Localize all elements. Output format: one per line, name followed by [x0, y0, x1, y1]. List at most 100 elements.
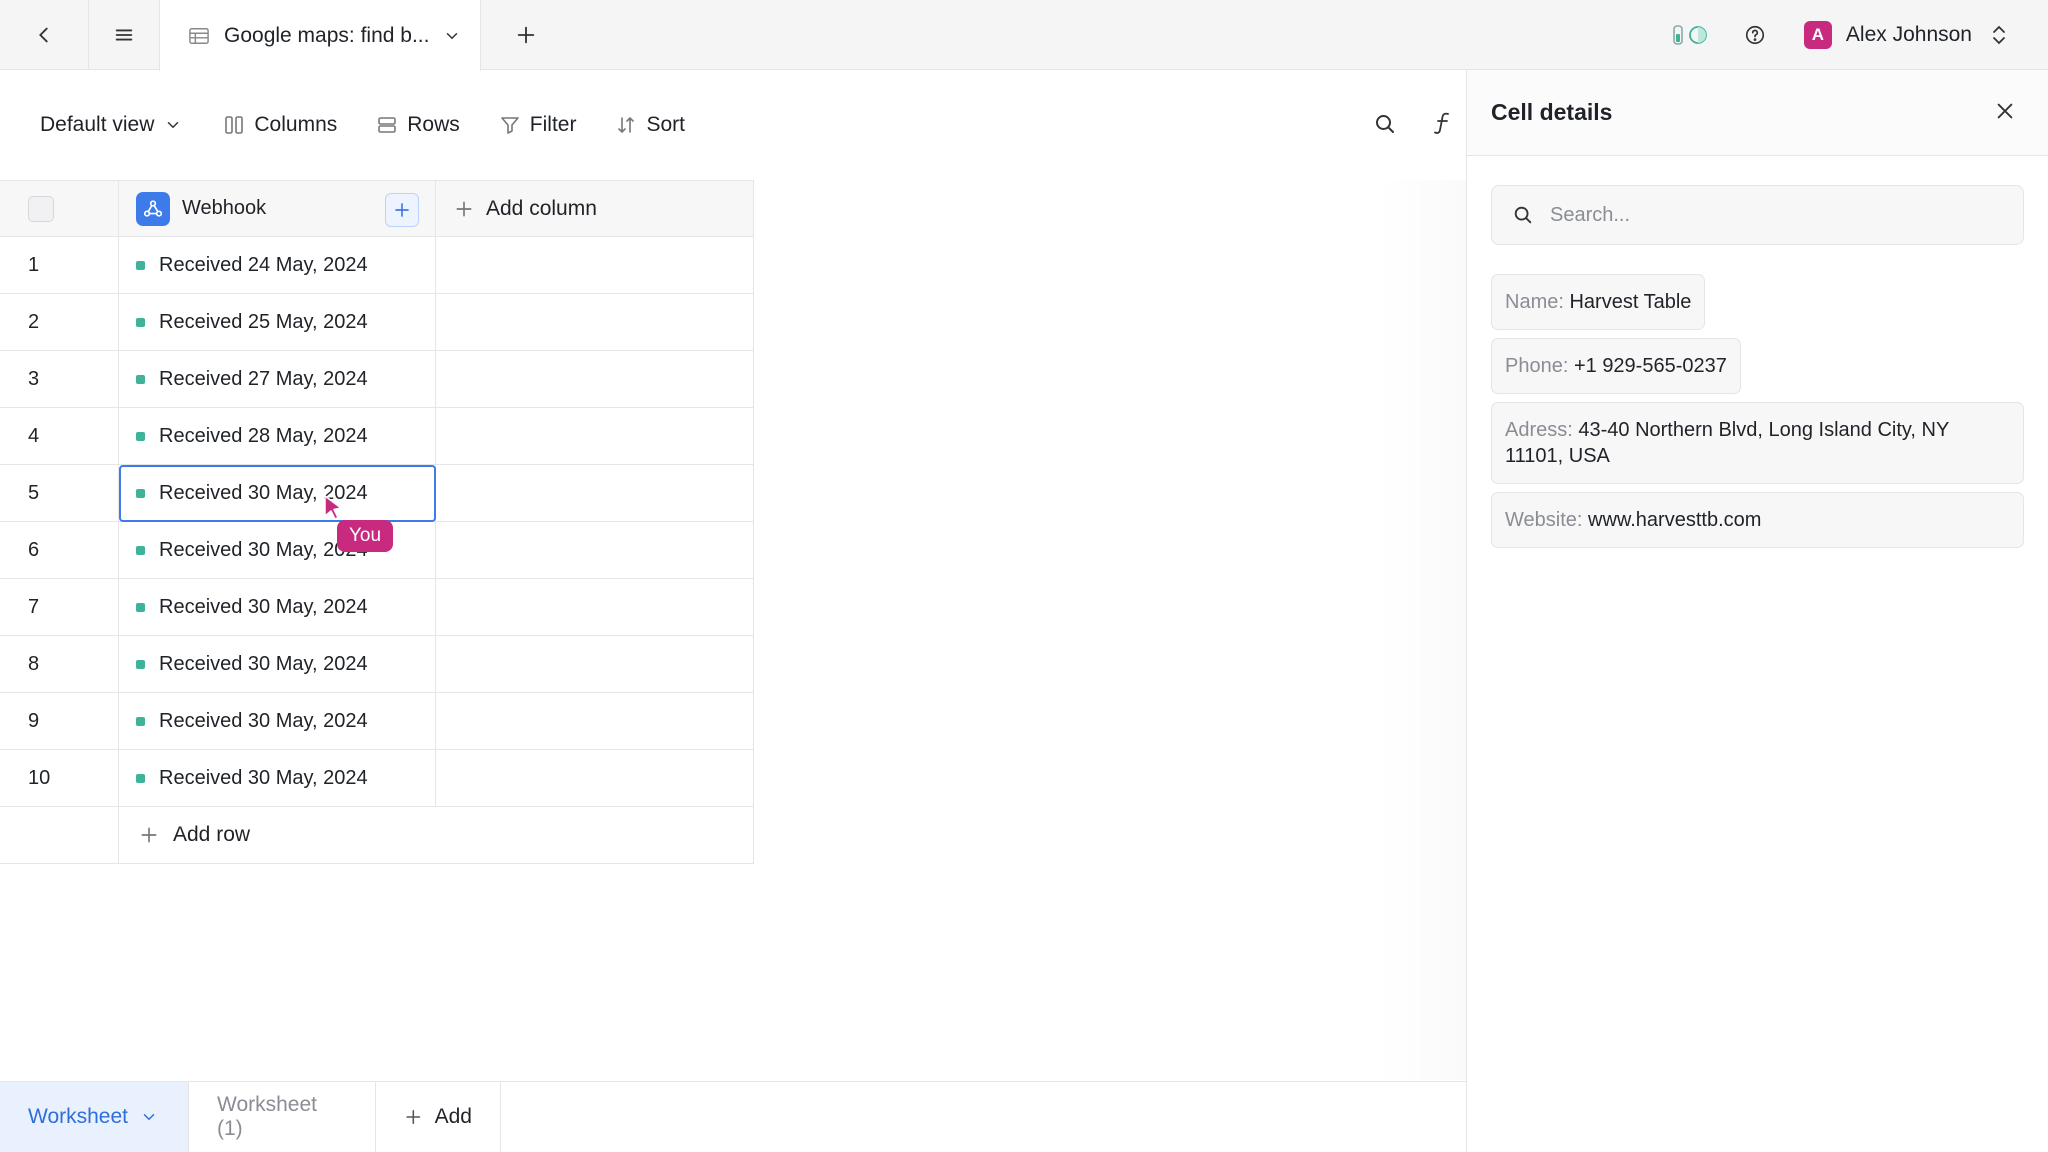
empty-cell[interactable]	[436, 693, 754, 749]
add-sheet-button[interactable]: Add	[376, 1082, 501, 1152]
webhook-cell[interactable]: Received 30 May, 2024	[119, 636, 436, 692]
battery-icon	[1673, 25, 1683, 45]
webhook-cell[interactable]: Received 24 May, 2024	[119, 237, 436, 293]
webhook-cell[interactable]: Received 30 May, 2024	[119, 750, 436, 806]
empty-cell[interactable]	[436, 636, 754, 692]
tab-worksheet[interactable]: Worksheet	[0, 1082, 189, 1152]
user-name: Alex Johnson	[1845, 23, 1972, 46]
close-panel-button[interactable]	[1994, 100, 2016, 128]
tab-worksheet-1[interactable]: Worksheet (1)	[189, 1082, 376, 1152]
empty-cell[interactable]	[436, 579, 754, 635]
close-icon	[1997, 103, 2013, 119]
empty-cell[interactable]	[436, 294, 754, 350]
row-number: 8	[0, 636, 119, 692]
grid-header-row: Webhook Add column	[0, 180, 754, 237]
tab-google-maps[interactable]: Google maps: find b...	[159, 0, 481, 71]
default-view-dropdown[interactable]: Default view	[40, 113, 182, 137]
search-button[interactable]	[1373, 112, 1397, 142]
tab-title: Google maps: find b...	[224, 23, 430, 47]
rows-label: Rows	[407, 113, 460, 136]
search-icon	[1376, 115, 1394, 133]
webhook-cell[interactable]: Received 25 May, 2024	[119, 294, 436, 350]
status-dot	[136, 716, 145, 726]
row-number: 3	[0, 351, 119, 407]
field-phone-key: Phone:	[1505, 355, 1569, 377]
empty-cell[interactable]	[436, 351, 754, 407]
add-row-button[interactable]: Add row	[119, 807, 754, 863]
cell-value: Received 30 May, 2024	[159, 709, 368, 732]
columns-label: Columns	[254, 113, 338, 136]
cell-value: Received 28 May, 2024	[159, 424, 368, 447]
tab-worksheet-label: Worksheet	[28, 1105, 128, 1128]
field-name[interactable]: Name: Harvest Table	[1491, 274, 1706, 330]
back-button[interactable]	[0, 0, 89, 70]
add-column-button[interactable]: Add column	[436, 181, 754, 236]
row-number: 9	[0, 693, 119, 749]
formula-button[interactable]	[1432, 110, 1454, 142]
add-to-column-button[interactable]	[385, 193, 419, 227]
field-website[interactable]: Website: www.harvesttb.com	[1491, 492, 2024, 548]
empty-cell[interactable]	[436, 465, 754, 521]
sort-icon	[618, 116, 635, 134]
row-number: 1	[0, 237, 119, 293]
chevron-down-icon	[168, 122, 179, 129]
status-dot	[136, 602, 145, 612]
panel-search-input[interactable]	[1550, 203, 2010, 227]
table-row: 4 Received 28 May, 2024	[0, 408, 754, 465]
field-website-key: Website:	[1505, 509, 1583, 531]
chevron-up-down-icon	[1993, 25, 2005, 45]
sort-button[interactable]: Sort	[616, 113, 685, 137]
status-dot	[136, 659, 145, 669]
field-address-key: Adress:	[1505, 419, 1573, 441]
webhook-cell[interactable]: Received 27 May, 2024	[119, 351, 436, 407]
field-website-value: www.harvesttb.com	[1588, 509, 1762, 531]
field-phone-value: +1 929-565-0237	[1573, 355, 1727, 377]
top-right-controls: A Alex Johnson	[1672, 0, 2048, 70]
filter-label: Filter	[529, 113, 577, 136]
sheet-tabs: Worksheet Worksheet (1) Add	[0, 1081, 1466, 1152]
field-name-key: Name:	[1505, 291, 1564, 313]
plus-icon	[456, 201, 472, 216]
table-row: 3 Received 27 May, 2024	[0, 351, 754, 408]
plus-icon	[406, 1110, 421, 1124]
table-row: 9 Received 30 May, 2024	[0, 693, 754, 750]
cell-value: Received 27 May, 2024	[159, 367, 368, 390]
hamburger-menu-icon	[115, 29, 133, 41]
table-row: 5 Received 30 May, 2024	[0, 465, 754, 522]
webhook-cell-selected[interactable]: Received 30 May, 2024	[119, 465, 436, 521]
cursor-pointer-icon	[324, 495, 342, 520]
webhook-cell[interactable]: Received 30 May, 2024	[119, 693, 436, 749]
integration-status[interactable]	[1672, 24, 1708, 46]
view-label: Default view	[40, 113, 155, 136]
sync-status-icon	[1689, 26, 1707, 44]
empty-cell[interactable]	[436, 522, 754, 578]
chevron-down-icon	[447, 32, 458, 39]
field-phone[interactable]: Phone: +1 929-565-0237	[1491, 338, 1741, 394]
table-row: 8 Received 30 May, 2024	[0, 636, 754, 693]
select-all-checkbox[interactable]	[28, 195, 54, 222]
add-row-row: Add row	[0, 807, 754, 864]
scroll-fade	[1380, 180, 1466, 1080]
empty-cell[interactable]	[436, 237, 754, 293]
status-dot	[136, 431, 145, 441]
webhook-cell[interactable]: Received 30 May, 2024	[119, 579, 436, 635]
empty-cell[interactable]	[436, 408, 754, 464]
columns-button[interactable]: Columns	[224, 113, 337, 137]
new-tab-button[interactable]	[481, 0, 571, 70]
row-number: 5	[0, 465, 119, 521]
row-number: 7	[0, 579, 119, 635]
plus-icon	[395, 203, 409, 217]
help-button[interactable]	[1744, 24, 1766, 46]
cell-value: Received 30 May, 2024	[159, 595, 368, 618]
user-menu[interactable]: A Alex Johnson	[1803, 21, 2008, 49]
table-row: 1 Received 24 May, 2024	[0, 237, 754, 294]
webhook-cell[interactable]: Received 28 May, 2024	[119, 408, 436, 464]
menu-button[interactable]	[89, 0, 160, 70]
filter-button[interactable]: Filter	[500, 113, 577, 137]
cell-details-panel: Cell details Name: Harvest Table Phone: …	[1466, 70, 2048, 1152]
field-address[interactable]: Adress: 43-40 Northern Blvd, Long Island…	[1491, 402, 2024, 484]
rows-button[interactable]: Rows	[377, 113, 460, 137]
webhook-column-header[interactable]: Webhook	[119, 181, 436, 236]
field-name-value: Harvest Table	[1569, 291, 1692, 313]
empty-cell[interactable]	[436, 750, 754, 806]
